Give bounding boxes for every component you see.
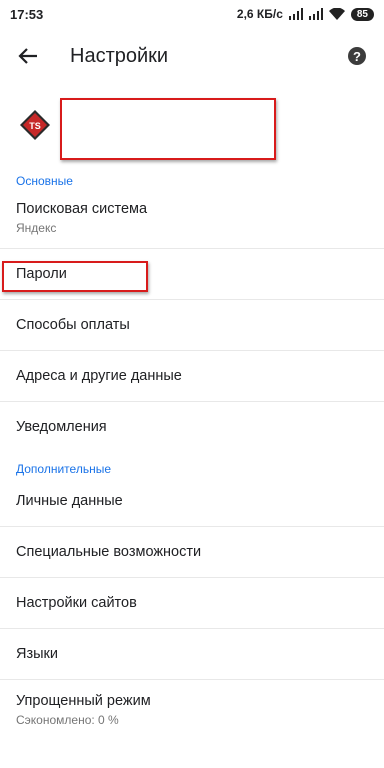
page-title: Настройки (70, 44, 169, 67)
settings-item-addresses[interactable]: Адреса и другие данные (0, 351, 384, 402)
item-label: Личные данные (16, 493, 123, 509)
battery-indicator: 85 (350, 7, 374, 21)
arrow-left-icon[interactable] (12, 40, 44, 72)
settings-item-languages[interactable]: Языки (0, 629, 384, 680)
avatar-text: TS (29, 121, 41, 131)
wifi-icon (328, 8, 345, 20)
settings-item-lite-mode[interactable]: Упрощенный режим Сэкономлено: 0 % (0, 680, 384, 740)
account-name-highlight (60, 98, 276, 160)
settings-item-passwords[interactable]: Пароли (0, 249, 384, 300)
status-bar: 17:53 2,6 КБ/с 85 (0, 0, 384, 28)
item-label: Языки (16, 646, 58, 662)
item-sublabel: Сэкономлено: 0 % (16, 713, 119, 727)
section-header-advanced: Дополнительные (16, 462, 111, 476)
item-label: Способы оплаты (16, 317, 130, 333)
item-label: Настройки сайтов (16, 595, 137, 611)
net-speed: 2,6 КБ/с (236, 7, 283, 21)
item-sublabel: Яндекс (16, 221, 57, 235)
signal-icon (288, 8, 303, 20)
signal-icon-2 (308, 8, 323, 20)
passwords-highlight (2, 261, 148, 292)
settings-item-search-engine[interactable]: Поисковая система Яндекс (0, 188, 384, 249)
item-label: Адреса и другие данные (16, 368, 182, 384)
item-label: Поисковая система (16, 201, 148, 217)
status-time: 17:53 (10, 6, 44, 22)
item-label: Уведомления (16, 419, 107, 435)
item-label: Специальные возможности (16, 544, 202, 560)
settings-item-accessibility[interactable]: Специальные возможности (0, 527, 384, 578)
settings-item-notifications[interactable]: Уведомления (0, 402, 384, 452)
section-header-basic: Основные (16, 174, 73, 188)
help-icon[interactable]: ? (348, 47, 366, 65)
settings-item-payment-methods[interactable]: Способы оплаты (0, 300, 384, 351)
settings-item-personal-data[interactable]: Личные данные (0, 476, 384, 527)
item-label: Упрощенный режим (16, 693, 151, 709)
account-block[interactable]: TS (0, 84, 384, 164)
avatar: TS (20, 110, 50, 140)
status-icons: 2,6 КБ/с 85 (237, 7, 374, 21)
settings-item-site-settings[interactable]: Настройки сайтов (0, 578, 384, 629)
toolbar: Настройки ? (0, 28, 384, 84)
